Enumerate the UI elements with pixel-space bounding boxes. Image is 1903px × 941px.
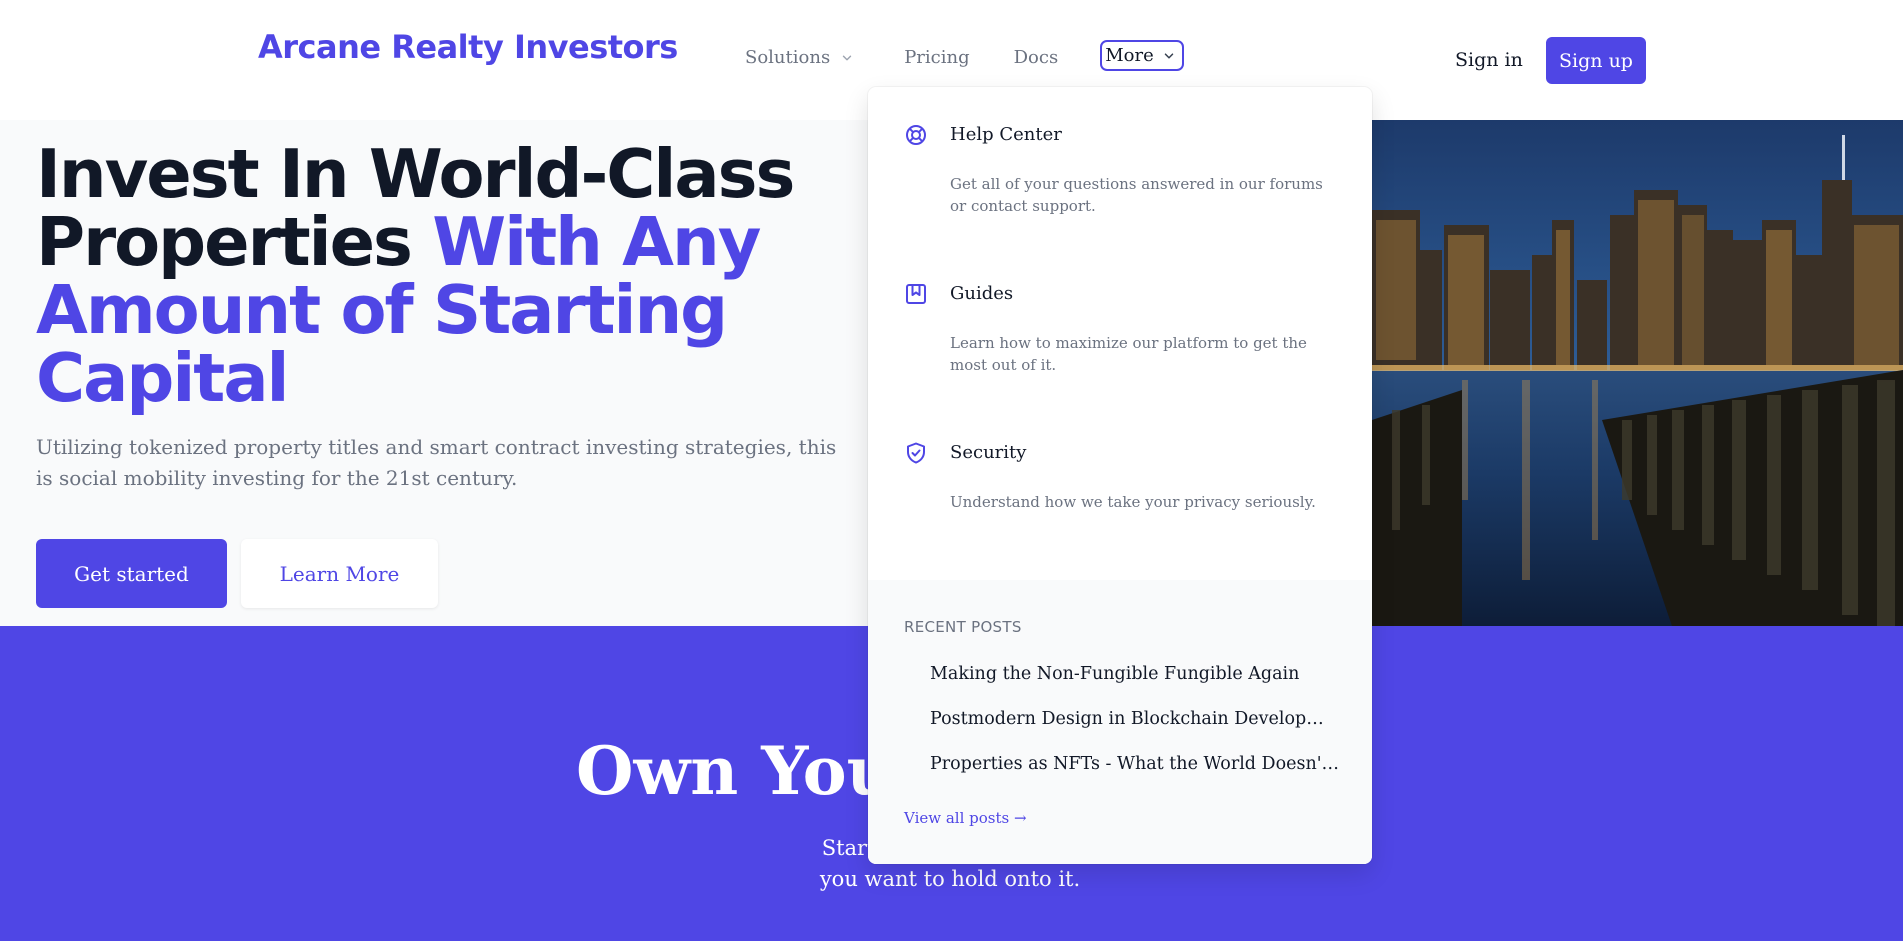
more-dropdown-menu: Help Center Get all of your questions an… — [868, 87, 1372, 864]
city-skyline-illustration — [1372, 120, 1903, 626]
nav-solutions[interactable]: Solutions — [745, 47, 854, 68]
promo-subtitle-line2: you want to hold onto it. — [819, 867, 1081, 891]
recent-posts-section: RECENT POSTS Making the Non-Fungible Fun… — [868, 580, 1372, 864]
recent-post-link[interactable]: Making the Non-Fungible Fungible Again — [930, 664, 1340, 684]
chevron-down-icon — [1164, 52, 1174, 59]
city-skyline-image — [1372, 120, 1903, 626]
get-started-button[interactable]: Get started — [36, 539, 227, 608]
menu-item-description: Learn how to maximize our platform to ge… — [950, 334, 1307, 374]
menu-item-title: Security — [950, 442, 1027, 463]
menu-item-title: Guides — [950, 283, 1014, 304]
chevron-down-icon — [842, 55, 852, 60]
nav-pricing[interactable]: Pricing — [904, 47, 969, 68]
nav-more-label: More — [1105, 45, 1154, 66]
recent-posts-heading: RECENT POSTS — [904, 618, 1022, 636]
hero-title-accent-3: Capital — [36, 339, 290, 417]
menu-item-title: Help Center — [950, 124, 1062, 145]
nav-more-button[interactable]: More — [1100, 40, 1184, 71]
brand-logo[interactable]: Arcane Realty Investors — [258, 28, 678, 66]
hero-title-accent-2: Amount of Starting — [36, 271, 728, 349]
hero-title-line2: Properties — [36, 203, 413, 281]
hero-title: Invest In World-Class Properties With An… — [36, 140, 836, 412]
menu-item-guides[interactable]: Guides Learn how to maximize our platfor… — [904, 282, 1344, 402]
recent-post-link[interactable]: Properties as NFTs - What the World Does… — [930, 754, 1340, 774]
sign-in-link[interactable]: Sign in — [1455, 49, 1523, 71]
hero-title-accent-1: With Any — [432, 203, 761, 281]
menu-item-description: Understand how we take your privacy seri… — [950, 493, 1316, 511]
hero-title-line1: Invest In World-Class — [36, 135, 795, 213]
recent-post-link[interactable]: Postmodern Design in Blockchain Developm… — [930, 709, 1340, 729]
main-nav: Solutions Pricing Docs More — [745, 40, 1184, 71]
view-all-posts-link[interactable]: View all posts → — [904, 809, 1027, 827]
promo-title: Own You — [576, 732, 895, 810]
nav-docs[interactable]: Docs — [1014, 47, 1059, 68]
nav-solutions-label: Solutions — [745, 47, 831, 68]
hero-description: Utilizing tokenized property titles and … — [36, 435, 837, 490]
menu-item-help-center[interactable]: Help Center Get all of your questions an… — [904, 123, 1344, 243]
shield-check-icon — [907, 442, 925, 464]
menu-item-security[interactable]: Security Understand how we take your pri… — [904, 441, 1344, 541]
bookmark-icon — [906, 284, 926, 304]
learn-more-button[interactable]: Learn More — [241, 539, 438, 608]
sign-up-button[interactable]: Sign up — [1546, 37, 1646, 84]
lifebuoy-icon — [906, 125, 926, 145]
menu-item-description: Get all of your questions answered in ou… — [950, 175, 1323, 215]
